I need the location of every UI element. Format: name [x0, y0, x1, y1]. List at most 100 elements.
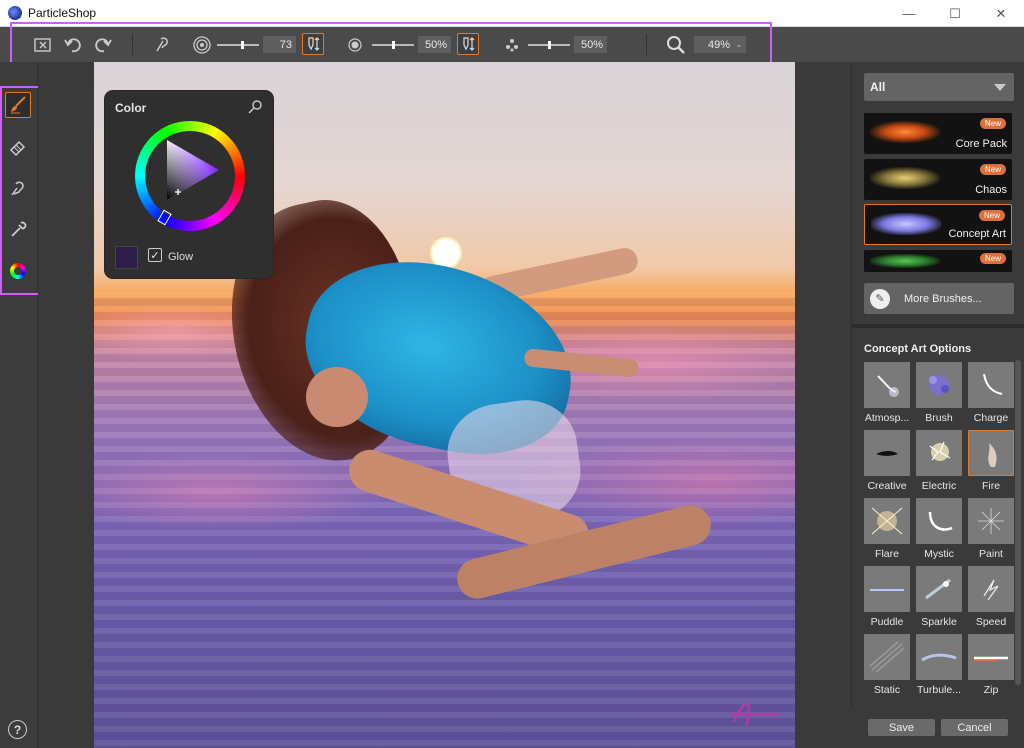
eyedropper-tool-button[interactable]	[5, 217, 31, 243]
glow-checkbox[interactable]: ✓	[148, 248, 162, 262]
minimize-button[interactable]: —	[886, 0, 932, 27]
zoom-button[interactable]	[665, 34, 687, 56]
category-dropdown[interactable]: All	[864, 73, 1014, 101]
panel-footer: Save Cancel	[851, 708, 1024, 748]
brush-label: Speed	[975, 616, 1007, 628]
brush-thumbnail	[968, 566, 1014, 612]
save-button[interactable]: Save	[868, 719, 935, 736]
help-button[interactable]: ?	[8, 720, 27, 739]
smudge-tool-button[interactable]	[5, 175, 31, 201]
opacity-slider[interactable]	[372, 41, 414, 49]
pack-name: Concept Art	[948, 228, 1006, 240]
more-brushes-label: More Brushes...	[904, 292, 982, 305]
density-value[interactable]: 50%	[574, 36, 607, 53]
saturation-triangle[interactable]	[147, 137, 227, 203]
artist-signature	[729, 702, 779, 728]
zoom-value: 49%	[708, 38, 731, 51]
hand-pen-icon	[11, 181, 24, 196]
opacity-pressure-toggle[interactable]	[457, 33, 479, 55]
zoom-dropdown[interactable]: 49% ⌄	[694, 36, 746, 53]
brush-label: Static	[873, 684, 901, 696]
pressure-pen-icon	[463, 37, 475, 51]
clear-canvas-button[interactable]	[32, 34, 54, 56]
brush-thumbnail	[864, 566, 910, 612]
brush-tool-button[interactable]	[5, 92, 31, 118]
brush-thumbnail	[968, 430, 1014, 476]
brush-label: Fire	[981, 480, 1001, 492]
left-toolbar: ?	[0, 62, 38, 748]
opacity-icon	[346, 34, 364, 56]
eraser-tool-button[interactable]	[5, 134, 31, 160]
new-badge: New	[979, 118, 1006, 129]
brush-speed[interactable]: Speed	[968, 566, 1014, 629]
brush-options-title: Concept Art Options	[864, 343, 972, 355]
pack-name: Chaos	[975, 184, 1007, 196]
density-icon	[503, 34, 521, 56]
brush-static[interactable]: Static	[864, 634, 910, 697]
brush-label: Sparkle	[921, 616, 957, 628]
toolbar-separator	[646, 34, 647, 55]
brush-pack-core-pack[interactable]: New Core Pack	[864, 113, 1012, 154]
brush-thumbnail	[864, 634, 910, 680]
opacity-slider-knob[interactable]	[392, 41, 395, 49]
density-slider[interactable]	[528, 41, 570, 49]
brush-atmosphere[interactable]: Atmosp...	[864, 362, 910, 425]
cancel-button[interactable]: Cancel	[941, 719, 1008, 736]
brush-thumbnail	[968, 634, 1014, 680]
brush-electric[interactable]: Electric	[916, 430, 962, 493]
brush-zip[interactable]: Zip	[968, 634, 1014, 697]
brush-size-slider[interactable]	[217, 41, 259, 49]
brush-size-pressure-toggle[interactable]	[302, 33, 324, 55]
brush-label: Mystic	[924, 548, 954, 560]
brush-label: Zip	[983, 684, 999, 696]
brush-pack-chaos[interactable]: New Chaos	[864, 159, 1012, 200]
brush-sparkle[interactable]: Sparkle	[916, 566, 962, 629]
density-slider-knob[interactable]	[548, 41, 551, 49]
brush-size-value[interactable]: 73	[263, 36, 296, 53]
more-brushes-button[interactable]: ✎ More Brushes...	[864, 283, 1014, 314]
brush-flare[interactable]: Flare	[864, 498, 910, 561]
brush-puddle[interactable]: Puddle	[864, 566, 910, 629]
undo-button[interactable]	[62, 34, 84, 56]
brush-turbulence[interactable]: Turbule...	[916, 634, 962, 697]
redo-button[interactable]	[92, 34, 114, 56]
brush-thumbnail	[916, 566, 962, 612]
brush-icon	[11, 96, 26, 114]
chevron-down-icon: ⌄	[735, 39, 743, 49]
close-button[interactable]: ✕	[978, 0, 1024, 27]
brush-thumbnail	[968, 498, 1014, 544]
pack-name: Core Pack	[955, 138, 1007, 150]
brush-label: Creative	[867, 480, 907, 492]
brush-creative[interactable]: Creative	[864, 430, 910, 493]
brush-label: Turbule...	[917, 684, 961, 696]
opacity-value[interactable]: 50%	[418, 36, 451, 53]
category-value: All	[870, 80, 886, 94]
brush-charge[interactable]: Charge	[968, 362, 1014, 425]
brush-paint[interactable]: Paint	[968, 498, 1014, 561]
brush-label: Electric	[921, 480, 957, 492]
maximize-button[interactable]: ☐	[932, 0, 978, 27]
toolbar: 73 50% 50% 49% ⌄	[0, 27, 1024, 62]
color-panel: Color ✓ Glow	[105, 91, 273, 278]
pin-icon[interactable]	[247, 99, 263, 115]
current-color-swatch[interactable]	[115, 246, 138, 269]
brush-fire[interactable]: Fire	[968, 430, 1014, 493]
brush-size-slider-knob[interactable]	[241, 41, 244, 49]
brush-label: Charge	[973, 412, 1009, 424]
window-controls: — ☐ ✕	[886, 0, 1024, 27]
title-bar: ParticleShop — ☐ ✕	[0, 0, 1024, 27]
brush-mystic[interactable]: Mystic	[916, 498, 962, 561]
new-badge: New	[978, 210, 1005, 221]
brush-brush[interactable]: Brush	[916, 362, 962, 425]
brush-thumbnail	[916, 430, 962, 476]
stylus-hand-icon	[156, 37, 168, 52]
brush-thumbnail	[864, 362, 910, 408]
eraser-icon	[9, 140, 26, 157]
stylus-settings-button[interactable]	[151, 34, 173, 56]
brush-grid-scrollbar[interactable]	[1015, 360, 1021, 685]
clear-canvas-icon	[34, 38, 51, 52]
brush-pack-concept-art[interactable]: New Concept Art	[864, 204, 1012, 245]
brush-pack-next[interactable]: New	[864, 250, 1012, 272]
color-tool-button[interactable]	[5, 258, 31, 284]
brush-thumbnail	[916, 634, 962, 680]
